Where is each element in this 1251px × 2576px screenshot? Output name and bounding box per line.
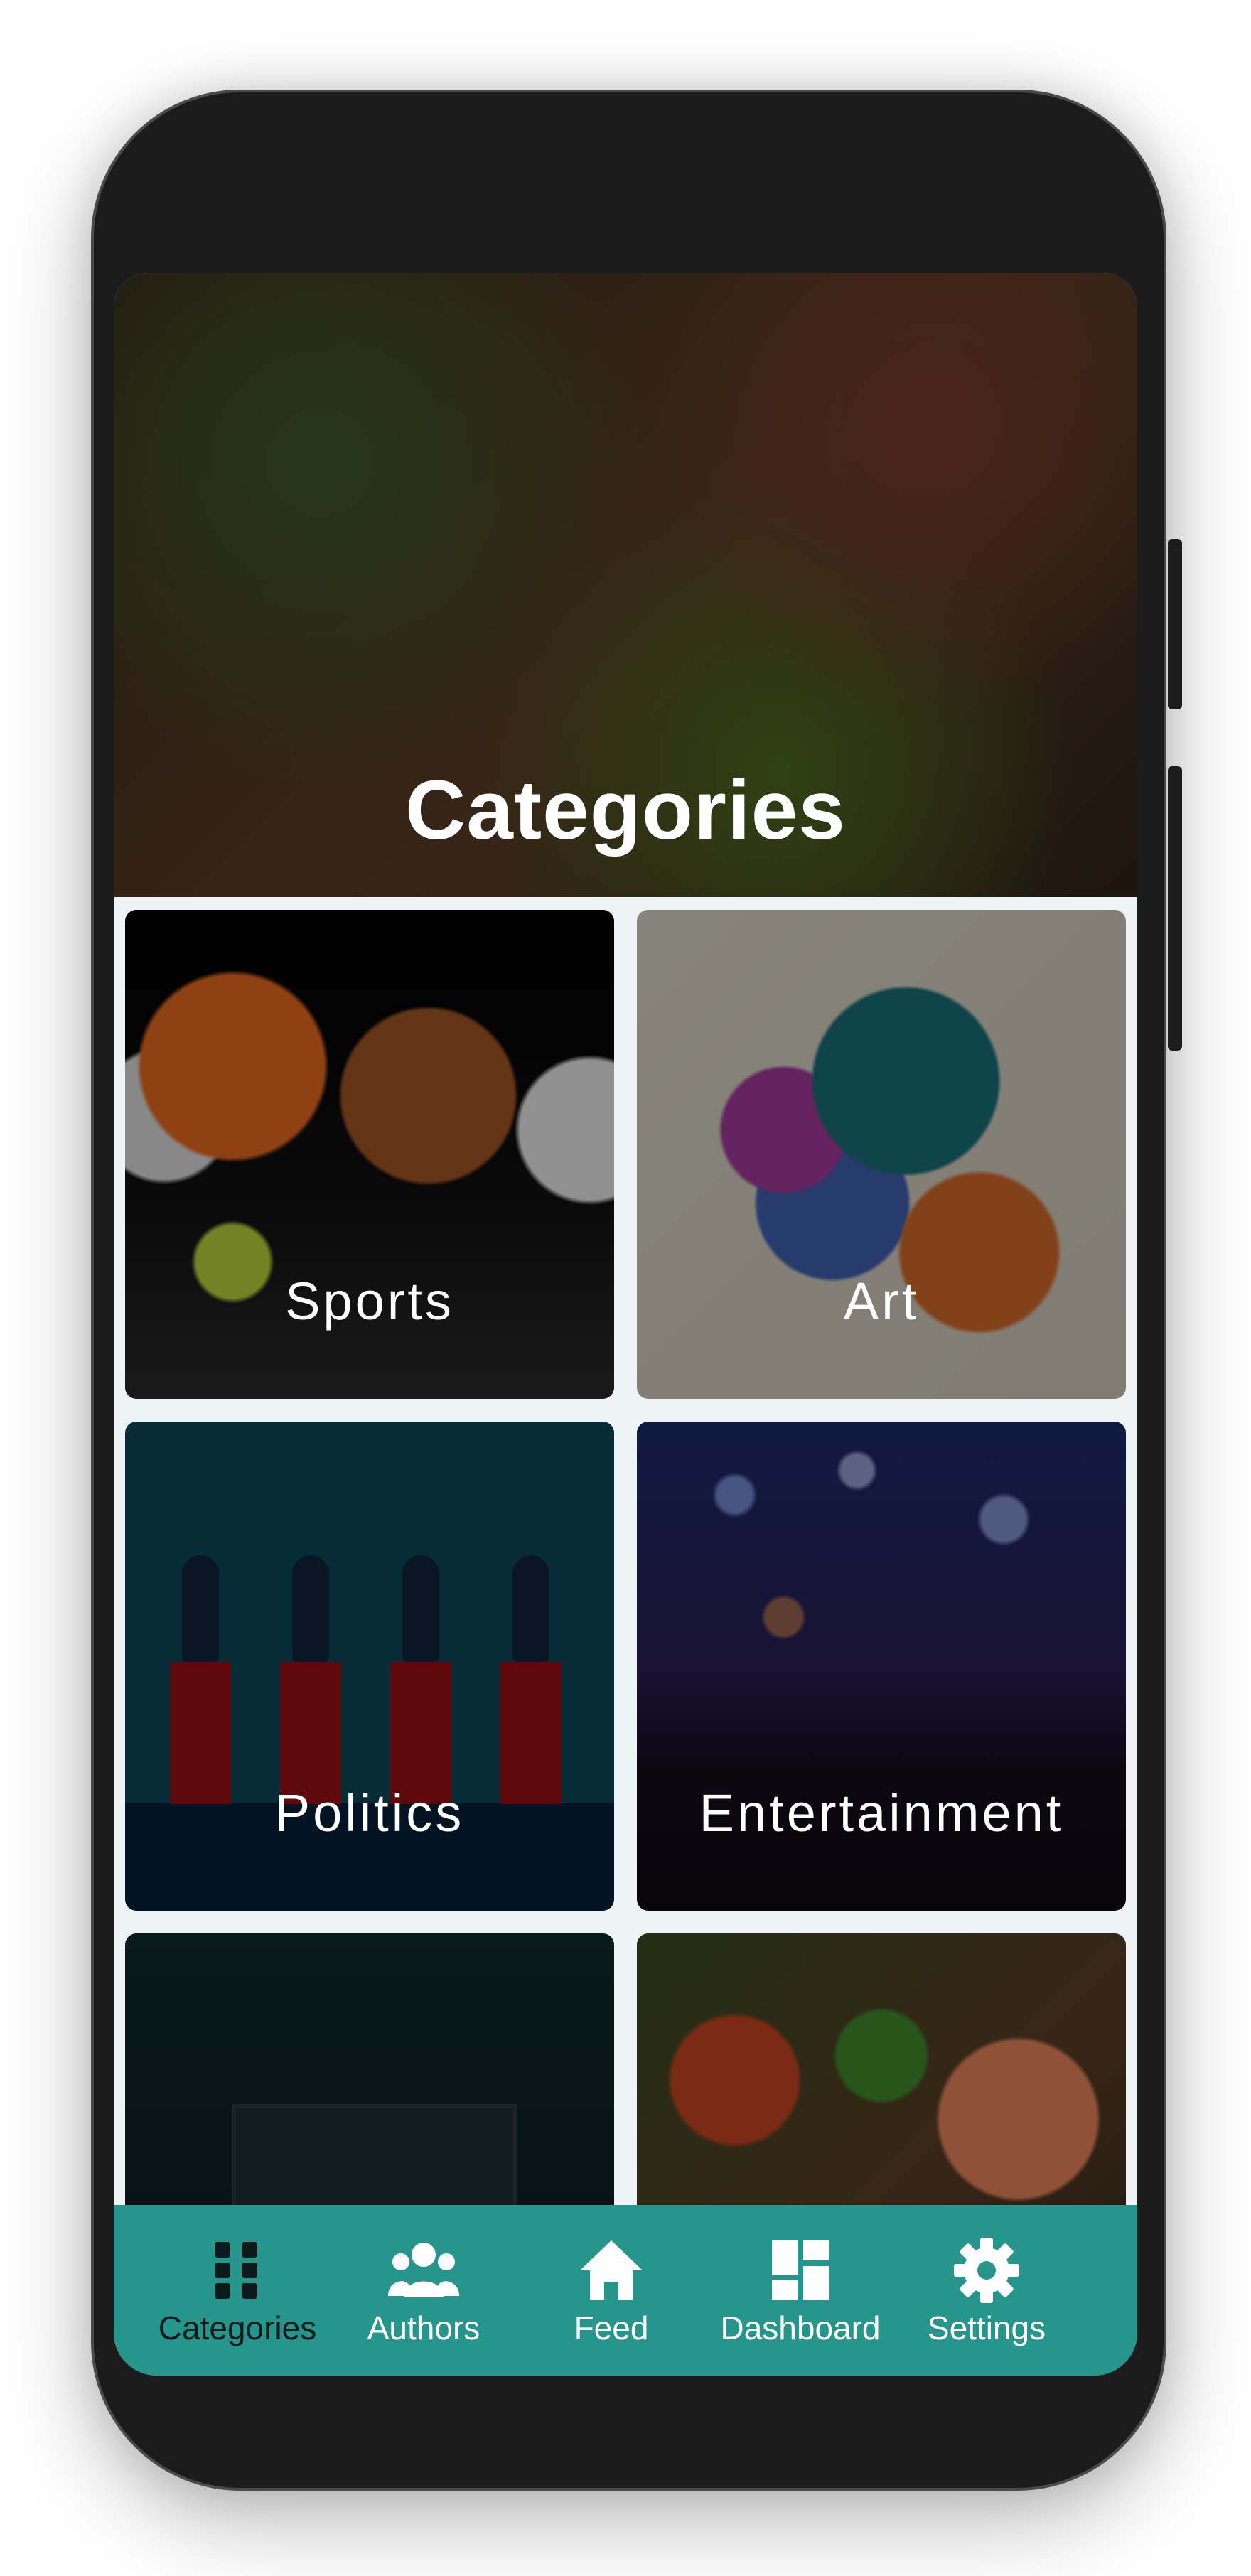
nav-label: Dashboard: [720, 2309, 881, 2346]
category-tile-art[interactable]: Art: [637, 910, 1126, 1399]
grid-icon: [215, 2242, 257, 2299]
nav-label: Settings: [927, 2309, 1046, 2346]
dashboard-icon: [772, 2240, 829, 2300]
page-title: Categories: [405, 763, 846, 857]
nav-item-categories[interactable]: Categories: [145, 2238, 330, 2347]
power-button: [1168, 766, 1182, 1051]
gear-icon: [954, 2238, 1019, 2303]
nav-item-settings[interactable]: Settings: [894, 2238, 1079, 2347]
category-label: Entertainment: [699, 1783, 1064, 1842]
category-tile-sports[interactable]: Sports: [125, 910, 614, 1399]
category-label: Politics: [274, 1783, 465, 1842]
app-screen: Categories Sports Art Politics Entertain…: [114, 273, 1137, 2376]
nav-item-feed[interactable]: Feed: [519, 2238, 704, 2347]
nav-label: Feed: [574, 2309, 649, 2346]
volume-button: [1168, 539, 1182, 709]
bottom-navigation: Categories Authors Feed Dashboard Settin…: [114, 2205, 1137, 2376]
device-stage: Categories Sports Art Politics Entertain…: [0, 0, 1251, 2576]
category-label: Art: [843, 1272, 920, 1331]
category-tile-politics[interactable]: Politics: [125, 1422, 614, 1911]
nav-label: Authors: [367, 2309, 480, 2346]
people-icon: [388, 2243, 459, 2297]
nav-label: Categories: [158, 2309, 317, 2346]
nav-item-authors[interactable]: Authors: [331, 2238, 516, 2347]
category-tile-entertainment[interactable]: Entertainment: [637, 1422, 1126, 1911]
nav-item-dashboard[interactable]: Dashboard: [708, 2238, 893, 2347]
home-icon: [580, 2240, 643, 2300]
hero-banner: Categories: [114, 273, 1137, 897]
category-label: Sports: [285, 1272, 454, 1331]
